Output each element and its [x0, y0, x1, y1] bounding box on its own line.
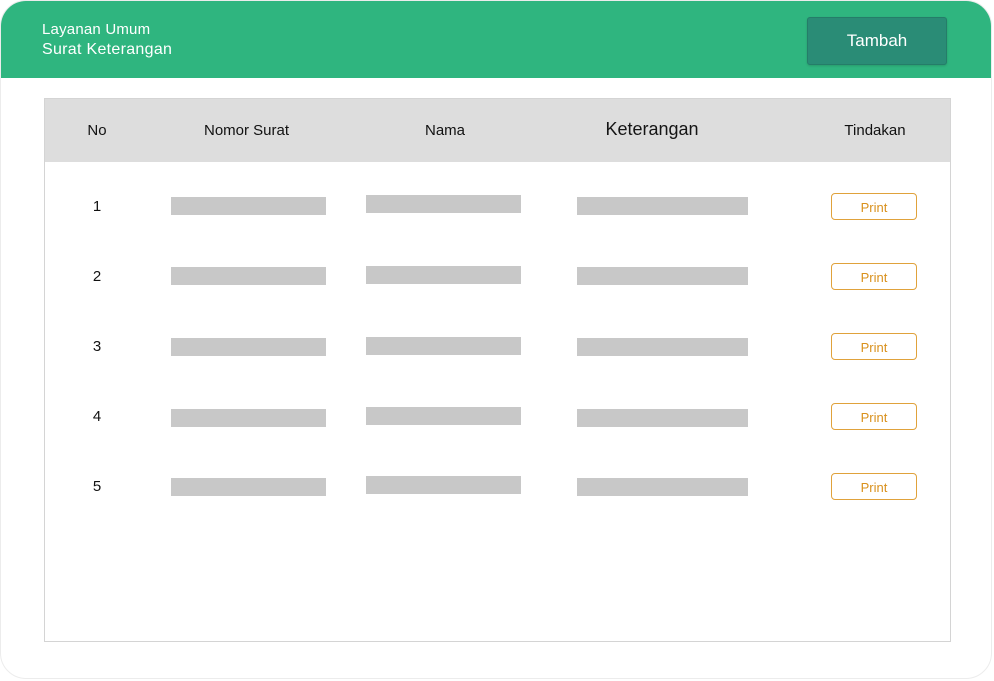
row-number: 5 — [92, 478, 102, 495]
redacted-nama — [366, 407, 521, 425]
row-number: 4 — [92, 408, 102, 425]
redacted-nomor-surat — [171, 409, 326, 427]
print-button[interactable]: Print — [831, 403, 917, 430]
table-row: 4 Print — [45, 397, 950, 437]
redacted-keterangan — [577, 478, 748, 496]
redacted-keterangan — [577, 197, 748, 215]
redacted-nama — [366, 337, 521, 355]
print-button[interactable]: Print — [831, 473, 917, 500]
row-number: 3 — [92, 338, 102, 355]
table-row: 3 Print — [45, 327, 950, 367]
redacted-nama — [366, 266, 521, 284]
table-row: 2 Print — [45, 257, 950, 297]
header-page-title: Surat Keterangan — [42, 41, 173, 58]
column-header-nomor-surat: Nomor Surat — [203, 122, 290, 139]
redacted-nomor-surat — [171, 478, 326, 496]
page-header: Layanan Umum Surat Keterangan Tambah — [1, 1, 991, 78]
table-header: No Nomor Surat Nama Keterangan Tindakan — [45, 99, 950, 162]
column-header-no: No — [87, 122, 107, 139]
redacted-nomor-surat — [171, 197, 326, 215]
column-header-nama: Nama — [424, 122, 465, 139]
redacted-nama — [366, 476, 521, 494]
column-header-keterangan: Keterangan — [605, 119, 699, 139]
redacted-keterangan — [577, 409, 748, 427]
print-button[interactable]: Print — [831, 193, 917, 220]
column-header-tindakan: Tindakan — [844, 122, 906, 139]
redacted-nomor-surat — [171, 338, 326, 356]
redacted-keterangan — [577, 267, 748, 285]
add-button[interactable]: Tambah — [807, 17, 947, 65]
row-number: 1 — [92, 198, 102, 215]
table-row: 1 Print — [45, 187, 950, 227]
redacted-nomor-surat — [171, 267, 326, 285]
print-button[interactable]: Print — [831, 333, 917, 360]
header-section-title: Layanan Umum — [42, 21, 151, 38]
redacted-keterangan — [577, 338, 748, 356]
letters-table: No Nomor Surat Nama Keterangan Tindakan … — [44, 98, 951, 642]
app-window: Layanan Umum Surat Keterangan Tambah No … — [0, 0, 992, 679]
redacted-nama — [366, 195, 521, 213]
print-button[interactable]: Print — [831, 263, 917, 290]
table-row: 5 Print — [45, 467, 950, 507]
row-number: 2 — [92, 268, 102, 285]
